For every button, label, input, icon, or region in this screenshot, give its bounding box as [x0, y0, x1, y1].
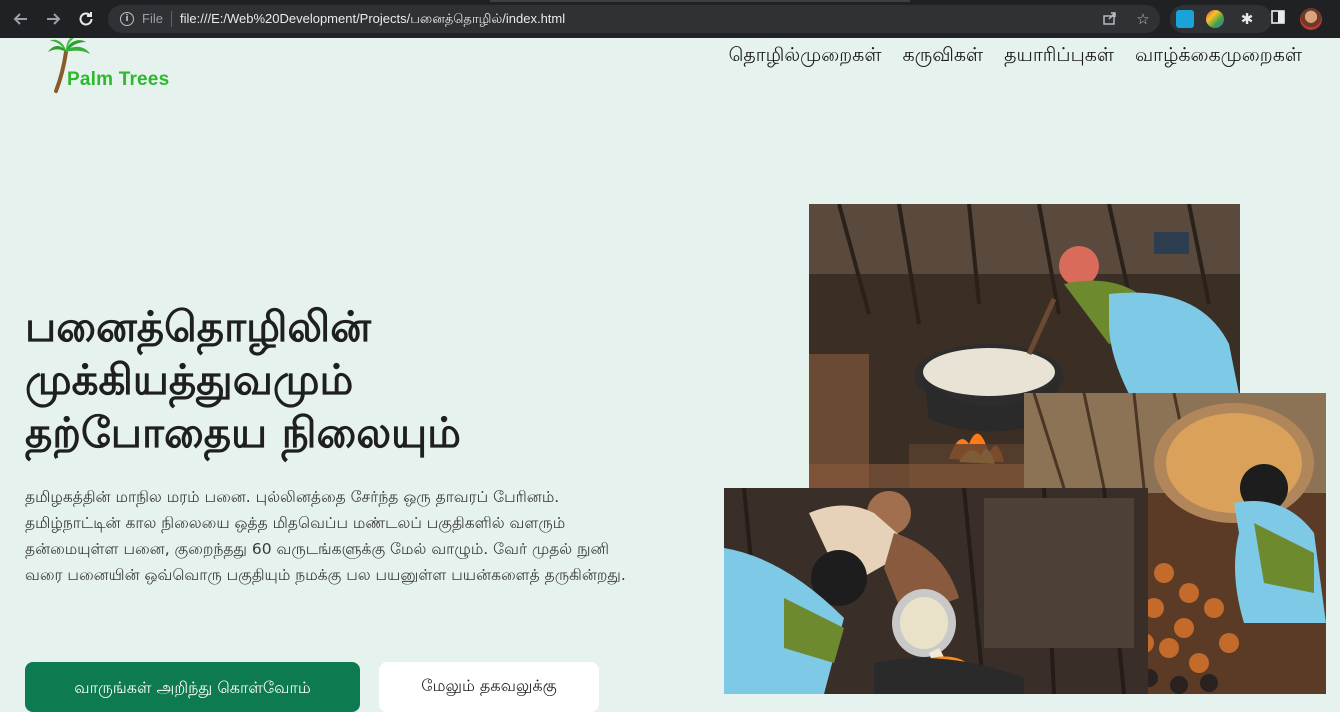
hero-title-line: முக்கியத்துவமும் [25, 355, 354, 404]
more-info-button[interactable]: மேலும் தகவலுக்கு [379, 662, 599, 712]
logo-text[interactable]: Palm Trees [67, 69, 169, 91]
learn-more-button[interactable]: வாருங்கள் அறிந்து கொள்வோம் [25, 662, 360, 712]
back-icon[interactable] [10, 8, 32, 30]
file-label: File [142, 11, 163, 26]
nav-item-products[interactable]: தயாரிப்புகள் [1004, 44, 1114, 69]
photo-pouring-pot [724, 488, 1148, 694]
hero-description: தமிழகத்தின் மாநில மரம் பனை. புல்லினத்தை … [25, 488, 626, 584]
forward-icon[interactable] [42, 8, 64, 30]
browser-toolbar: i File file:///E:/Web%20Development/Proj… [0, 0, 1340, 38]
extension-icon[interactable] [1176, 10, 1194, 28]
hero-title: பனைத்தொழிலின் முக்கியத்துவமும் தற்போதைய … [25, 300, 665, 459]
url-text[interactable]: file:///E:/Web%20Development/Projects/பன… [180, 11, 565, 28]
puzzle-icon[interactable]: ✱ [1238, 10, 1256, 28]
tab-indicator [490, 0, 910, 2]
extensions-area: ✱ [1170, 5, 1272, 33]
main-nav: தொழில்முறைகள் கருவிகள் தயாரிப்புகள் வாழ்… [729, 44, 1302, 69]
hero-title-line: பனைத்தொழிலின் [25, 302, 371, 351]
nav-item-lifestyles[interactable]: வாழ்க்கைமுறைகள் [1135, 44, 1302, 69]
star-icon[interactable]: ☆ [1134, 10, 1152, 28]
avatar[interactable] [1300, 8, 1322, 30]
share-icon[interactable] [1101, 10, 1119, 28]
info-icon[interactable]: i [120, 12, 134, 26]
nav-item-professions[interactable]: தொழில்முறைகள் [729, 44, 882, 69]
extension-icon[interactable] [1206, 10, 1224, 28]
hero-title-line: தற்போதைய நிலையும் [25, 408, 461, 457]
sidepanel-icon[interactable] [1268, 9, 1288, 29]
nav-item-tools[interactable]: கருவிகள் [902, 44, 983, 69]
separator [171, 11, 172, 27]
address-bar[interactable]: i File file:///E:/Web%20Development/Proj… [108, 5, 1160, 33]
reload-icon[interactable] [75, 8, 97, 30]
